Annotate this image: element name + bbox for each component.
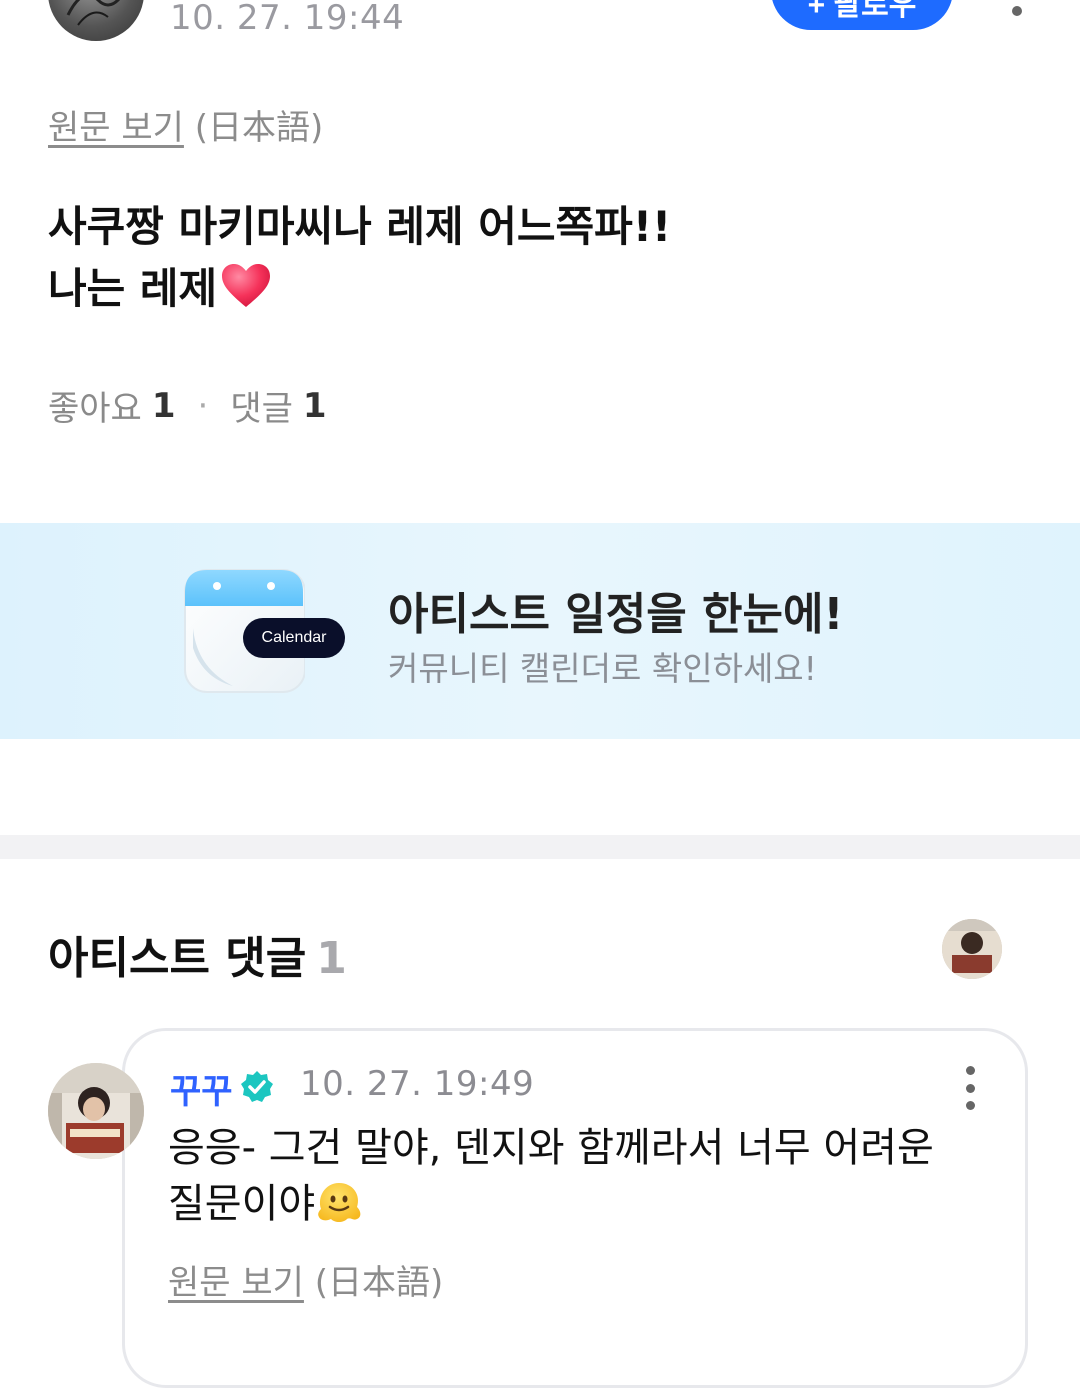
artist-avatar-small[interactable] (942, 919, 1002, 979)
post-stats: 좋아요 1 · 댓글 1 (48, 381, 327, 430)
melting-face-emoji-icon (318, 1183, 361, 1222)
banner-subtitle: 커뮤니티 캘린더로 확인하세요! (388, 649, 817, 688)
follow-button[interactable]: + 팔로우 (771, 0, 953, 30)
banner-title: 아티스트 일정을 한눈에! (388, 589, 844, 640)
commenter-name[interactable]: 꾸꾸 (170, 1064, 233, 1113)
view-original-link[interactable]: 원문 보기 (日本語) (48, 100, 323, 149)
section-divider (0, 835, 1080, 859)
verified-badge-icon (241, 1071, 273, 1102)
post-body-line-2: 나는 레제 (48, 264, 218, 313)
artist-comments-label: 아티스트 댓글 (48, 933, 307, 984)
original-language: (日本語) (194, 108, 324, 148)
heart-emoji-icon (222, 264, 271, 307)
comment-view-original-link[interactable]: 원문 보기 (日本語) (168, 1255, 443, 1304)
comment-more-icon[interactable] (955, 1066, 985, 1110)
comment-body-line-2: 질문이야 (168, 1181, 316, 1227)
likes-label[interactable]: 좋아요 (48, 381, 142, 430)
comment-view-original-label[interactable]: 원문 보기 (168, 1263, 304, 1303)
comment-original-language: (日本語) (314, 1263, 444, 1303)
comments-label[interactable]: 댓글 (230, 381, 293, 430)
post-timestamp: 10. 27. 19:44 (170, 0, 405, 38)
post-more-icon[interactable] (1000, 0, 1034, 28)
commenter-avatar[interactable] (48, 1063, 144, 1159)
comment-body-line-1: 응응- 그건 말야, 덴지와 함께라서 너무 어려운 (168, 1125, 934, 1171)
artist-comments-count: 1 (316, 933, 347, 984)
comment-timestamp: 10. 27. 19:49 (300, 1064, 535, 1104)
likes-count: 1 (151, 385, 176, 426)
post-body: 사쿠짱 마키마씨나 레제 어느쪽파!! 나는 레제 (48, 196, 671, 320)
author-avatar[interactable] (48, 0, 144, 41)
comments-count: 1 (302, 385, 327, 426)
view-original-label[interactable]: 원문 보기 (48, 108, 184, 148)
stats-separator: · (197, 385, 209, 426)
calendar-badge: Calendar (243, 618, 345, 658)
artist-comments-title: 아티스트 댓글 1 (48, 922, 347, 986)
comment-body: 응응- 그건 말야, 덴지와 함께라서 너무 어려운 질문이야 (168, 1120, 934, 1232)
post-body-line-1: 사쿠짱 마키마씨나 레제 어느쪽파!! (48, 202, 672, 251)
follow-button-label: + 팔로우 (807, 0, 917, 22)
